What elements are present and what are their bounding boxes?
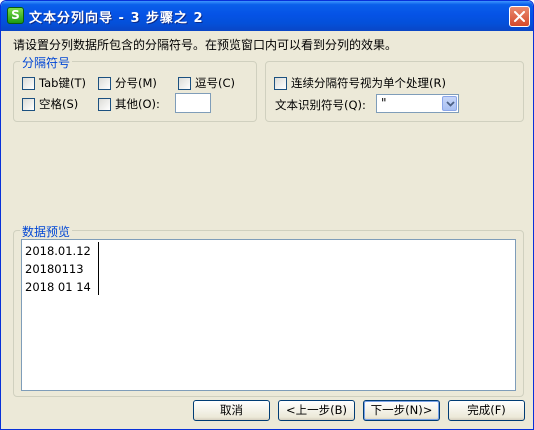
preview-row: 2018.01.12: [25, 244, 91, 258]
close-button[interactable]: [509, 6, 530, 27]
delimiters-group-legend: 分隔符号: [20, 54, 73, 71]
text-to-columns-wizard-window: S 文本分列向导 - 3 步骤之 2 请设置分列数据所包含的分隔符号。在预览窗口…: [0, 0, 534, 430]
dropdown-arrow-button[interactable]: [442, 96, 457, 111]
delimiters-group: 分隔符号: [13, 54, 257, 122]
finish-button[interactable]: 完成(F): [448, 400, 525, 421]
other-checkbox[interactable]: 其他(O):: [98, 96, 160, 112]
chevron-down-icon: [446, 101, 455, 107]
consecutive-delimiters-label: 连续分隔符号视为单个处理(R): [291, 76, 446, 90]
back-button[interactable]: <上一步(B): [278, 400, 355, 421]
tab-checkbox[interactable]: Tab键(T): [22, 75, 86, 91]
window-title: 文本分列向导 - 3 步骤之 2: [29, 11, 204, 26]
tab-checkbox-box[interactable]: [22, 76, 35, 90]
comma-checkbox-label: 逗号(C): [195, 76, 236, 90]
cancel-button[interactable]: 取消: [193, 400, 270, 421]
semicolon-checkbox[interactable]: 分号(M): [98, 75, 157, 91]
consecutive-delimiters-checkbox-box[interactable]: [274, 76, 287, 90]
text-qualifier-value: ": [381, 96, 387, 110]
close-icon: [514, 11, 525, 22]
next-button[interactable]: 下一步(N)>: [363, 400, 440, 421]
other-checkbox-box[interactable]: [98, 97, 111, 111]
data-preview-pane[interactable]: 2018.01.12 20180113 2018 01 14: [21, 239, 516, 391]
column-separator[interactable]: [98, 242, 99, 295]
preview-group-legend: 数据预览: [20, 223, 73, 240]
space-checkbox-box[interactable]: [22, 97, 35, 111]
tab-checkbox-label: Tab键(T): [39, 76, 86, 90]
comma-checkbox-box[interactable]: [178, 76, 191, 90]
other-checkbox-label: 其他(O):: [115, 97, 160, 111]
space-checkbox[interactable]: 空格(S): [22, 96, 78, 112]
space-checkbox-label: 空格(S): [39, 97, 79, 111]
preview-row: 20180113: [25, 262, 84, 276]
preview-row: 2018 01 14: [25, 280, 91, 294]
semicolon-checkbox-box[interactable]: [98, 76, 111, 90]
title-bar[interactable]: S 文本分列向导 - 3 步骤之 2: [1, 1, 533, 31]
wps-spreadsheet-icon: S: [7, 7, 24, 24]
other-delimiter-input[interactable]: [175, 93, 211, 113]
consecutive-delimiters-checkbox[interactable]: 连续分隔符号视为单个处理(R): [274, 75, 446, 91]
text-qualifier-select[interactable]: ": [376, 94, 459, 113]
text-qualifier-label: 文本识别符号(Q):: [275, 98, 366, 112]
semicolon-checkbox-label: 分号(M): [115, 76, 157, 90]
instruction-text: 请设置分列数据所包含的分隔符号。在预览窗口内可以看到分列的效果。: [13, 38, 398, 52]
comma-checkbox[interactable]: 逗号(C): [178, 75, 235, 91]
